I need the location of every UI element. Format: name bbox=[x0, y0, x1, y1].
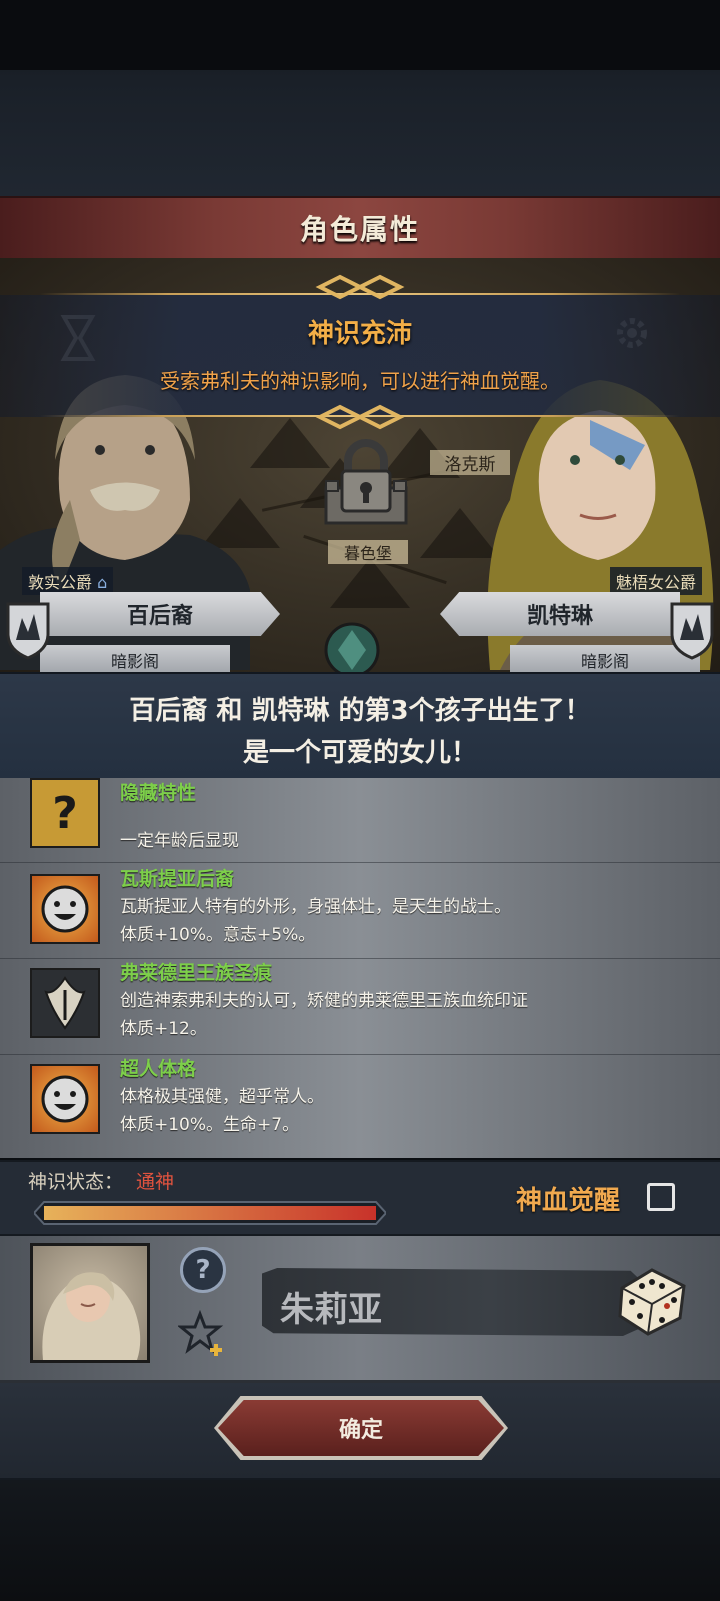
announcement-line-2: 是一个可爱的女儿！ bbox=[242, 738, 477, 768]
mother-title: 魅梧女公爵 bbox=[610, 567, 703, 595]
trait-list[interactable]: ? 隐藏特性 一定年龄后显现 瓦斯提亚后裔 瓦斯提亚人特有的外形，身强体壮，是天… bbox=[0, 778, 720, 1158]
dice-randomize-icon[interactable] bbox=[612, 1258, 692, 1338]
mother-house-text: 暗影阁 bbox=[580, 652, 629, 671]
trait-desc-line-2: 一定年龄后显现 bbox=[120, 831, 239, 851]
status-value: 通神 bbox=[136, 1171, 175, 1193]
announcement-line-1: 百后裔 和 凯特琳 的第3个孩子出生了！ bbox=[129, 696, 591, 726]
locked-castle-icon bbox=[324, 439, 408, 525]
map-emblem-icon bbox=[324, 622, 380, 678]
help-button[interactable]: ? bbox=[180, 1247, 226, 1293]
royal-crest-icon bbox=[30, 968, 100, 1038]
title-banner: 角色属性 bbox=[0, 196, 720, 260]
smile-face-icon bbox=[30, 874, 100, 944]
awaken-checkbox[interactable] bbox=[647, 1183, 675, 1211]
mother-name-plate[interactable]: 凯特琳 bbox=[440, 592, 680, 636]
event-description: 受索弗利夫的神识影响，可以进行神血觉醒。 bbox=[160, 369, 560, 393]
page-title: 角色属性 bbox=[299, 213, 420, 246]
status-bar-area bbox=[0, 0, 720, 70]
trait-desc-line-2: 体质+10%。生命+7。 bbox=[120, 1115, 300, 1135]
trait-desc-line-2: 体质+10%。意志+5%。 bbox=[120, 925, 316, 945]
confirm-label: 确定 bbox=[338, 1418, 383, 1443]
progress-fill bbox=[44, 1206, 376, 1220]
status-label: 神识状态： bbox=[28, 1171, 124, 1193]
favorite-star-icon[interactable] bbox=[178, 1310, 228, 1360]
trait-desc-line-1: 瓦斯提亚人特有的外形，身强体壮，是天生的战士。 bbox=[120, 897, 511, 917]
awaken-label: 神血觉醒 bbox=[516, 1186, 621, 1216]
trait-desc-line-2: 体质+12。 bbox=[120, 1019, 207, 1039]
father-house: 暗影阁 bbox=[40, 645, 230, 675]
bottom-ornament-icon bbox=[315, 404, 405, 430]
father-name-plate[interactable]: 百后裔 bbox=[40, 592, 280, 636]
castle-label[interactable]: 暮色堡 bbox=[328, 540, 408, 564]
trait-item[interactable]: 瓦斯提亚后裔 瓦斯提亚人特有的外形，身强体壮，是天生的战士。 体质+10%。意志… bbox=[0, 862, 720, 959]
question-icon: ? bbox=[30, 778, 100, 848]
trait-name: 隐藏特性 bbox=[120, 782, 197, 804]
trait-name: 弗莱德里王族圣痕 bbox=[120, 962, 273, 984]
confirm-button[interactable]: 确定 bbox=[218, 1400, 504, 1456]
father-name: 百后裔 bbox=[126, 604, 193, 629]
trait-name: 瓦斯提亚后裔 bbox=[120, 868, 235, 890]
house-icon: ⌂ bbox=[97, 573, 108, 592]
trait-item[interactable]: 弗莱德里王族圣痕 创造神索弗利夫的认可，矫健的弗莱德里王族血统印证 体质+12。 bbox=[0, 958, 720, 1055]
trait-item[interactable]: ? 隐藏特性 一定年龄后显现 bbox=[0, 778, 720, 863]
father-house-text: 暗影阁 bbox=[110, 652, 159, 671]
svg-text:?: ? bbox=[52, 788, 78, 839]
mother-title-text: 魅梧女公爵 bbox=[616, 573, 697, 592]
mother-name: 凯特琳 bbox=[526, 604, 593, 629]
father-title-text: 敦实公爵 bbox=[28, 573, 93, 592]
trait-name: 超人体格 bbox=[120, 1058, 197, 1080]
event-title: 神识充沛 bbox=[307, 319, 412, 349]
mother-shield-icon[interactable] bbox=[670, 600, 714, 660]
father-shield-icon[interactable] bbox=[6, 600, 50, 660]
top-ornament-icon bbox=[315, 274, 405, 300]
bottom-area bbox=[0, 1480, 720, 1601]
trait-desc-line-1: 体格极其强健，超乎常人。 bbox=[120, 1087, 324, 1107]
father-title: 敦实公爵 ⌂ bbox=[22, 567, 114, 595]
divine-progress-bar bbox=[34, 1201, 386, 1225]
child-name-value[interactable]: 朱莉亚 bbox=[280, 1282, 382, 1331]
trait-item[interactable]: 超人体格 体格极其强健，超乎常人。 体质+10%。生命+7。 bbox=[0, 1054, 720, 1150]
smile-face-icon bbox=[30, 1064, 100, 1134]
trait-desc-line-1: 创造神索弗利夫的认可，矫健的弗莱德里王族血统印证 bbox=[120, 991, 528, 1011]
child-portrait[interactable] bbox=[30, 1243, 150, 1363]
